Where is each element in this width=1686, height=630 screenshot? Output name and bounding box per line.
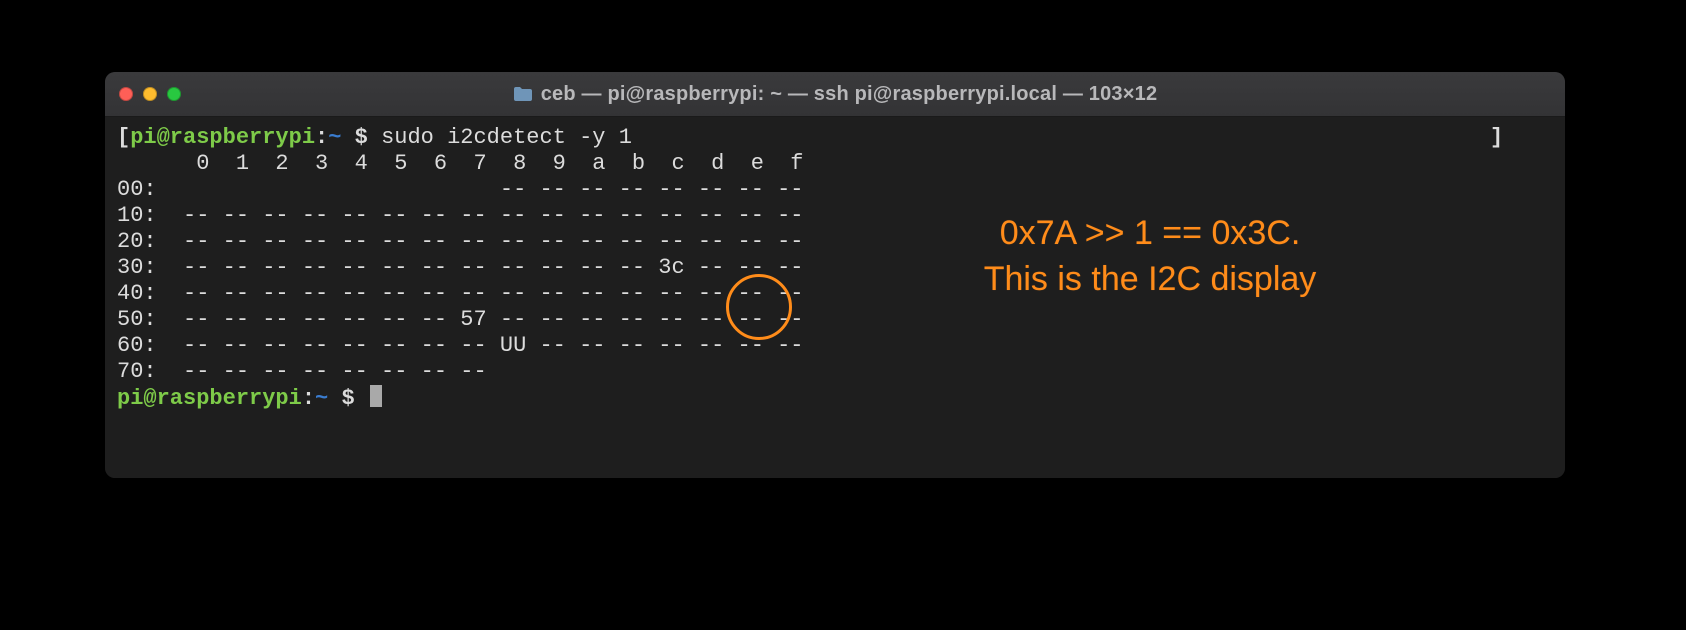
prompt2-colon: : bbox=[302, 386, 315, 411]
prompt2-user-host: pi@raspberrypi bbox=[117, 386, 302, 411]
titlebar[interactable]: ceb — pi@raspberrypi: ~ — ssh pi@raspber… bbox=[105, 72, 1565, 117]
traffic-lights bbox=[119, 87, 181, 101]
terminal-window: ceb — pi@raspberrypi: ~ — ssh pi@raspber… bbox=[105, 72, 1565, 478]
prompt-close-bracket-spacer bbox=[632, 125, 1490, 150]
prompt2-dollar: $ bbox=[328, 386, 368, 411]
window-title-wrap: ceb — pi@raspberrypi: ~ — ssh pi@raspber… bbox=[105, 83, 1565, 106]
cursor bbox=[370, 385, 382, 407]
close-button[interactable] bbox=[119, 87, 133, 101]
command-text: sudo i2cdetect -y 1 bbox=[381, 125, 632, 150]
stage: ceb — pi@raspberrypi: ~ — ssh pi@raspber… bbox=[0, 0, 1686, 630]
prompt-user-host: pi@raspberrypi bbox=[130, 125, 315, 150]
i2c-rows: 00: -- -- -- -- -- -- -- -- 10: -- -- --… bbox=[117, 177, 804, 384]
prompt-close-bracket: ] bbox=[1490, 125, 1503, 150]
zoom-button[interactable] bbox=[167, 87, 181, 101]
terminal-body[interactable]: [pi@raspberrypi:~ $ sudo i2cdetect -y 1 … bbox=[105, 117, 1565, 478]
prompt-open-bracket: [ bbox=[117, 125, 130, 150]
window-title: ceb — pi@raspberrypi: ~ — ssh pi@raspber… bbox=[541, 83, 1158, 106]
folder-icon bbox=[513, 86, 533, 102]
prompt-dollar: $ bbox=[341, 125, 381, 150]
prompt-cwd: ~ bbox=[328, 125, 341, 150]
i2c-header-row: 0 1 2 3 4 5 6 7 8 9 a b c d e f bbox=[117, 151, 804, 176]
minimize-button[interactable] bbox=[143, 87, 157, 101]
prompt2-cwd: ~ bbox=[315, 386, 328, 411]
prompt-colon: : bbox=[315, 125, 328, 150]
